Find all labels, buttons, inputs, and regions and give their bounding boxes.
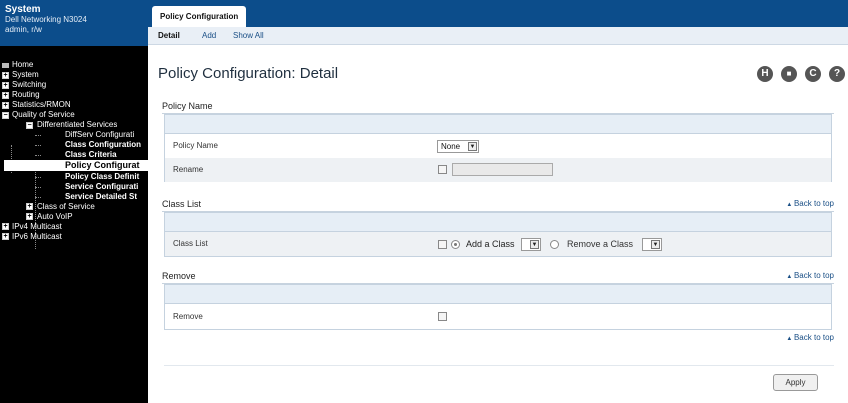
row-remove: Remove (165, 305, 831, 329)
nav-class-of-service[interactable]: Class of Service (37, 202, 95, 212)
row-rename: Rename (165, 158, 831, 182)
top-bar: Policy Configuration Detail Add Show All (148, 0, 848, 45)
expand-icon[interactable]: + (26, 213, 33, 220)
apply-button[interactable]: Apply (773, 374, 818, 391)
section-heading-policy-name: Policy Name (162, 101, 213, 111)
nav-class-config[interactable]: Class Configuration (65, 140, 148, 150)
tree-connector (35, 155, 41, 156)
chevron-down-icon: ▼ (530, 240, 539, 249)
nav-service-detailed[interactable]: Service Detailed St (65, 192, 148, 202)
remove-class-select[interactable]: ▼ (642, 238, 662, 251)
collapse-icon[interactable]: − (26, 122, 33, 129)
remove-box: Remove (164, 284, 832, 330)
device-name: Dell Networking N3024 (5, 15, 87, 24)
add-class-select[interactable]: ▼ (521, 238, 541, 251)
back-to-top-label: Back to top (793, 271, 834, 280)
back-to-top-link[interactable]: ▲ Back to top (786, 333, 834, 342)
remove-class-radio[interactable] (550, 240, 559, 249)
refresh-icon[interactable]: C (805, 66, 821, 82)
system-header: System Dell Networking N3024 admin, r/w (0, 0, 148, 46)
nav-routing[interactable]: Routing (12, 90, 40, 100)
expand-icon[interactable]: + (2, 92, 9, 99)
nav-ipv6-multicast[interactable]: IPv6 Multicast (12, 232, 62, 242)
expand-icon[interactable]: + (2, 102, 9, 109)
box-header (165, 285, 831, 304)
subtab-detail[interactable]: Detail (158, 27, 180, 45)
tab-policy-configuration[interactable]: Policy Configuration (152, 6, 247, 27)
print-icon[interactable]: ■ (781, 66, 797, 82)
nav-switching[interactable]: Switching (12, 80, 46, 90)
add-class-label: Add a Class (466, 239, 515, 249)
rename-label: Rename (173, 165, 204, 174)
section-heading-remove: Remove (162, 271, 196, 281)
subtab-show-all[interactable]: Show All (233, 27, 264, 45)
policy-name-label: Policy Name (173, 141, 218, 150)
nav-qos[interactable]: Quality of Service (12, 110, 75, 120)
nav-home[interactable]: Home (12, 60, 33, 70)
help-h-icon[interactable]: H (757, 66, 773, 82)
policy-name-select-value: None (441, 142, 461, 151)
remove-class-label: Remove a Class (567, 239, 634, 249)
expand-icon[interactable]: + (26, 203, 33, 210)
tab-strip: Policy Configuration (148, 0, 848, 27)
footer-divider (164, 365, 834, 366)
box-header (165, 115, 831, 134)
class-list-label: Class List (173, 239, 208, 248)
nav-auto-voip[interactable]: Auto VoIP (37, 212, 73, 222)
expand-icon[interactable]: + (2, 233, 9, 240)
class-list-box: Class List Add a Class ▼ Remove a Class … (164, 212, 832, 257)
policy-name-box: Policy Name None ▼ Rename (164, 114, 832, 182)
nav-system[interactable]: System (12, 70, 39, 80)
rename-checkbox[interactable] (438, 165, 447, 174)
tree-connector (35, 187, 41, 188)
nav-policy-class-def[interactable]: Policy Class Definit (65, 172, 148, 182)
back-to-top-link[interactable]: ▲ Back to top (786, 199, 834, 208)
up-arrow-icon: ▲ (786, 336, 794, 342)
tree-connector (35, 177, 41, 178)
expand-icon[interactable]: + (2, 82, 9, 89)
nav-policy-config[interactable]: Policy Configurat (4, 160, 148, 171)
row-policy-name: Policy Name None ▼ (165, 134, 831, 158)
rename-input[interactable] (452, 163, 553, 176)
home-icon (2, 63, 9, 68)
chevron-down-icon: ▼ (651, 240, 660, 249)
nav-ipv4-multicast[interactable]: IPv4 Multicast (12, 222, 62, 232)
tree-connector (35, 197, 41, 198)
policy-name-select[interactable]: None ▼ (437, 140, 479, 153)
nav-statistics[interactable]: Statistics/RMON (12, 100, 71, 110)
remove-label: Remove (173, 312, 203, 321)
subtab-bar: Detail Add Show All (148, 27, 848, 45)
tree-connector (35, 145, 41, 146)
back-to-top-label: Back to top (793, 333, 834, 342)
back-to-top-link[interactable]: ▲ Back to top (786, 271, 834, 280)
sidebar: System Dell Networking N3024 admin, r/w … (0, 0, 148, 403)
add-class-radio[interactable] (451, 240, 460, 249)
collapse-icon[interactable]: − (2, 112, 9, 119)
nav-class-criteria[interactable]: Class Criteria (65, 150, 148, 160)
help-icon[interactable]: ? (829, 66, 845, 82)
row-class-list: Class List Add a Class ▼ Remove a Class … (165, 232, 831, 256)
page-title: Policy Configuration: Detail (158, 65, 339, 82)
main-content: Policy Configuration: Detail H ■ C ? Pol… (148, 45, 848, 403)
user-info: admin, r/w (5, 25, 42, 34)
expand-icon[interactable]: + (2, 223, 9, 230)
subtab-add[interactable]: Add (202, 27, 216, 45)
nav-diffserv-config[interactable]: DiffServ Configurati (65, 130, 148, 140)
nav-service-config[interactable]: Service Configurati (65, 182, 148, 192)
remove-checkbox[interactable] (438, 312, 447, 321)
tree-connector (35, 135, 41, 136)
up-arrow-icon: ▲ (786, 202, 794, 208)
chevron-down-icon: ▼ (468, 142, 477, 151)
up-arrow-icon: ▲ (786, 274, 794, 280)
back-to-top-label: Back to top (793, 199, 834, 208)
section-heading-class-list: Class List (162, 199, 202, 209)
class-list-checkbox[interactable] (438, 240, 447, 249)
system-title: System (5, 4, 41, 15)
expand-icon[interactable]: + (2, 72, 9, 79)
box-header (165, 213, 831, 232)
nav-diffserv[interactable]: Differentiated Services (37, 120, 117, 130)
